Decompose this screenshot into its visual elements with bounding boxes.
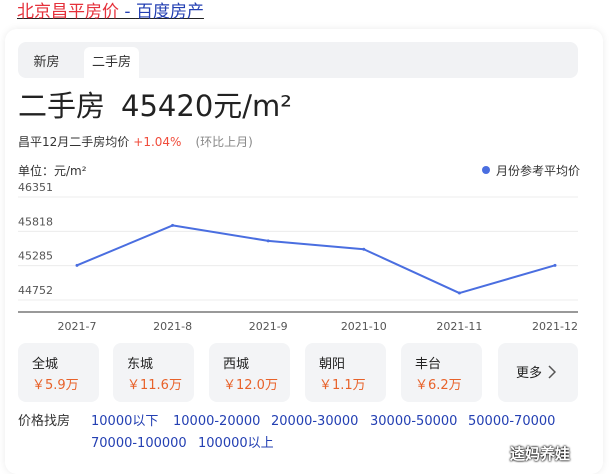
data-point	[362, 247, 366, 251]
district-card-chaoyang[interactable]: 朝阳 ￥1.1万	[305, 343, 386, 402]
district-card-dongcheng[interactable]: 东城 ￥11.6万	[113, 343, 194, 402]
district-price: ￥12.0万	[223, 378, 278, 393]
district-price: ￥1.1万	[319, 378, 366, 393]
x-tick-label: 2021-10	[341, 320, 387, 333]
district-price: ￥11.6万	[127, 378, 182, 393]
price-range-link[interactable]: 100000以上	[198, 434, 274, 454]
x-tick-label: 2021-8	[153, 320, 192, 333]
x-tick-label: 2021-7	[58, 320, 97, 333]
data-point	[75, 263, 79, 267]
price-filter-label: 价格找房	[18, 414, 71, 429]
data-point	[171, 223, 175, 227]
data-point	[553, 263, 557, 267]
y-tick-label: 45285	[18, 250, 53, 263]
x-tick-label: 2021-9	[249, 320, 288, 333]
district-price: ￥6.2万	[415, 378, 462, 393]
district-name: 西城	[223, 357, 250, 372]
price-range-link[interactable]: 70000-100000	[91, 434, 187, 454]
x-tick-label: 2021-12	[532, 320, 578, 333]
data-point	[266, 239, 270, 243]
district-card-xicheng[interactable]: 西城 ￥12.0万	[209, 343, 290, 402]
district-card-fengtai[interactable]: 丰台 ￥6.2万	[401, 343, 482, 402]
price-range-link[interactable]: 50000-70000	[468, 412, 555, 432]
x-tick-label: 2021-11	[436, 320, 482, 333]
more-districts-button[interactable]: 更多	[498, 343, 578, 402]
watermark: 逵妈养娃	[510, 445, 571, 463]
series-line	[76, 224, 556, 295]
price-line-chart: 46351 45818 45285 44752 2021-7 2021-8 2021-9 20…	[18, 181, 578, 333]
data-point	[457, 291, 461, 295]
district-name: 东城	[127, 357, 154, 372]
more-label: 更多	[516, 366, 543, 381]
y-tick-label: 44752	[18, 284, 53, 297]
district-price: ￥5.9万	[32, 378, 79, 393]
district-name: 全城	[32, 357, 59, 372]
price-range-link[interactable]: 10000-20000	[173, 412, 260, 432]
price-range-link[interactable]: 30000-50000	[370, 412, 457, 432]
district-name: 丰台	[415, 357, 442, 372]
price-range-link[interactable]: 10000以下	[91, 412, 158, 432]
district-card-quancheng[interactable]: 全城 ￥5.9万	[18, 343, 99, 402]
y-tick-label: 46351	[18, 181, 53, 194]
district-name: 朝阳	[319, 357, 346, 372]
y-tick-label: 45818	[18, 215, 53, 228]
price-range-link[interactable]: 20000-30000	[271, 412, 358, 432]
chevron-right-icon	[548, 365, 556, 379]
